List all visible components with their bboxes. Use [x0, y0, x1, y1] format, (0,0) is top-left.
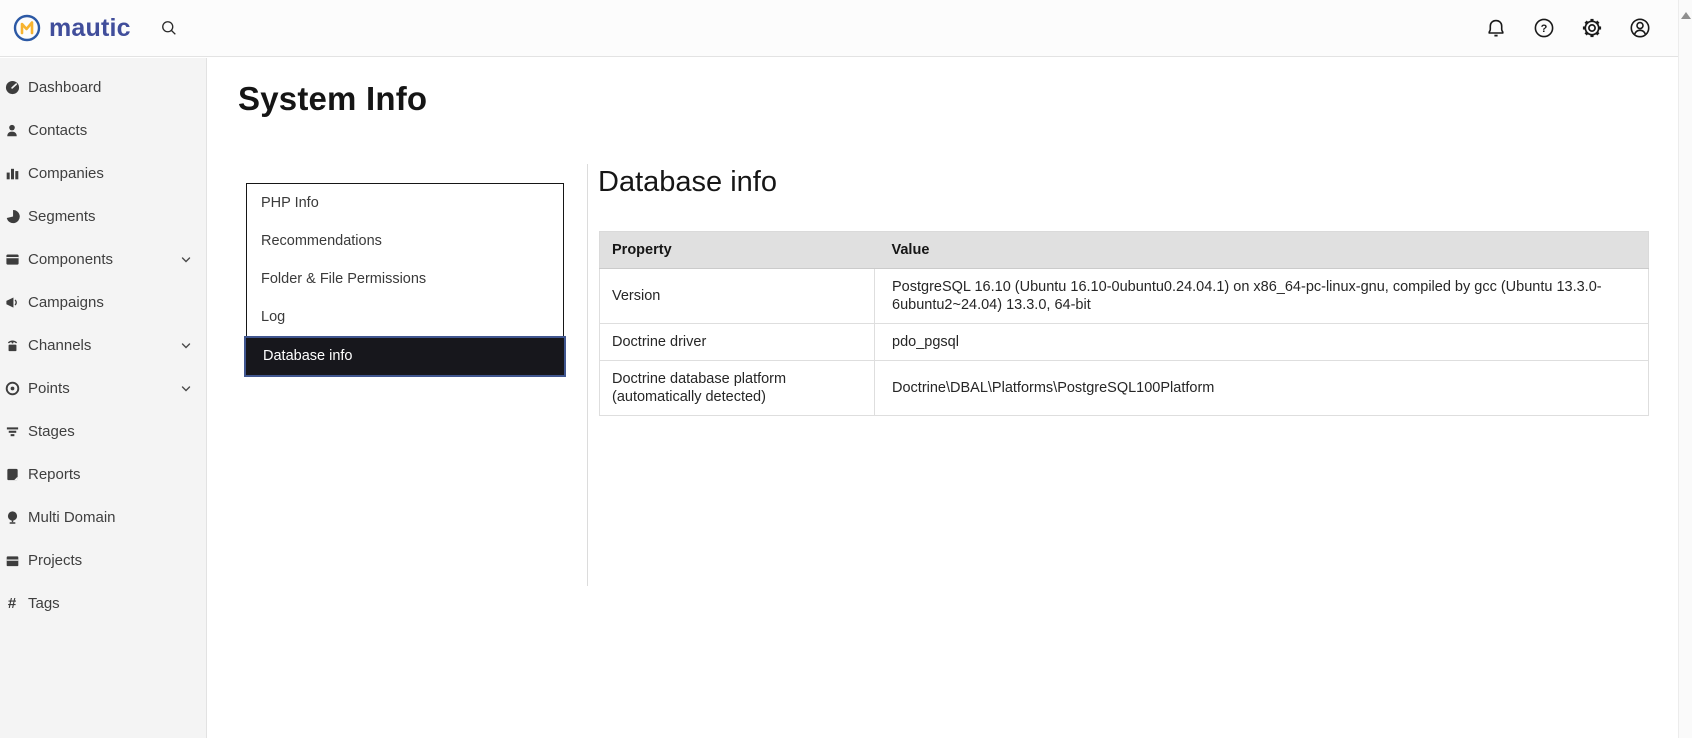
- sidebar-item-label: Stages: [28, 423, 75, 440]
- sidebar-item-label: Points: [28, 380, 70, 397]
- value-cell: Doctrine\DBAL\Platforms\PostgreSQL100Pla…: [874, 360, 1649, 416]
- tab-recommendations[interactable]: Recommendations: [247, 222, 563, 260]
- property-cell: Version: [599, 268, 875, 324]
- sidebar-item-campaigns[interactable]: Campaigns: [0, 281, 206, 324]
- chevron-down-icon: [180, 254, 192, 266]
- user-account-icon: [1628, 16, 1652, 40]
- segments-pie-icon: [4, 209, 20, 224]
- chevron-down-icon: [180, 383, 192, 395]
- points-target-icon: [4, 381, 20, 396]
- stages-funnel-icon: [4, 424, 20, 439]
- sidebar-item-channels[interactable]: Channels: [0, 324, 206, 367]
- multi-domain-globe-icon: [4, 510, 20, 525]
- table-row-version: Version PostgreSQL 16.10 (Ubuntu 16.10-0…: [599, 268, 1649, 324]
- table-header-row: Property Value: [599, 231, 1649, 269]
- tab-folder-file-permissions[interactable]: Folder & File Permissions: [247, 260, 563, 298]
- sidebar-item-reports[interactable]: Reports: [0, 453, 206, 496]
- value-cell: pdo_pgsql: [874, 323, 1649, 361]
- main-content: System Info PHP Info Recommendations Fol…: [208, 58, 1678, 738]
- projects-box-icon: [4, 553, 20, 568]
- value-cell: PostgreSQL 16.10 (Ubuntu 16.10-0ubuntu0.…: [874, 268, 1649, 324]
- channels-broadcast-icon: [4, 338, 20, 353]
- sidebar: Dashboard Contacts Companies Segments Co…: [0, 58, 207, 738]
- components-box-icon: [4, 252, 20, 267]
- table-row-doctrine-driver: Doctrine driver pdo_pgsql: [599, 323, 1649, 361]
- tab-content-divider: [587, 164, 588, 586]
- companies-bars-icon: [4, 166, 20, 181]
- system-info-tabs: PHP Info Recommendations Folder & File P…: [244, 183, 566, 377]
- help-icon: ?: [1532, 16, 1556, 40]
- svg-text:?: ?: [1541, 23, 1548, 35]
- reports-document-icon: [4, 467, 20, 482]
- settings-button[interactable]: [1578, 14, 1606, 42]
- sidebar-item-label: Contacts: [28, 122, 88, 139]
- settings-gear-icon: [1580, 16, 1604, 40]
- sidebar-item-label: Components: [28, 251, 114, 268]
- contacts-person-icon: [4, 123, 20, 138]
- column-header-property: Property: [599, 231, 875, 269]
- table-row-doctrine-platform: Doctrine database platform (automaticall…: [599, 360, 1649, 416]
- database-info-table: Property Value Version PostgreSQL 16.10 …: [599, 231, 1649, 416]
- sidebar-item-label: Reports: [28, 466, 81, 483]
- campaigns-megaphone-icon: [4, 295, 20, 310]
- sidebar-item-tags[interactable]: # Tags: [0, 582, 206, 625]
- chevron-down-icon: [180, 340, 192, 352]
- sidebar-item-label: Campaigns: [28, 294, 104, 311]
- tab-log[interactable]: Log: [247, 298, 563, 336]
- sidebar-item-label: Tags: [28, 595, 60, 612]
- page-title: System Info: [238, 80, 428, 117]
- brand-wordmark: mautic: [49, 13, 131, 42]
- help-button[interactable]: ?: [1530, 14, 1558, 42]
- dashboard-gauge-icon: [4, 80, 20, 95]
- scroll-up-arrow[interactable]: [1681, 12, 1691, 19]
- tags-hash-icon: #: [7, 595, 17, 612]
- sidebar-item-contacts[interactable]: Contacts: [0, 109, 206, 152]
- global-search-button[interactable]: [155, 14, 183, 42]
- tab-php-info[interactable]: PHP Info: [247, 184, 563, 222]
- panel-heading: Database info: [598, 166, 777, 198]
- sidebar-item-companies[interactable]: Companies: [0, 152, 206, 195]
- account-button[interactable]: [1626, 14, 1654, 42]
- sidebar-item-points[interactable]: Points: [0, 367, 206, 410]
- mautic-logo[interactable]: mautic: [0, 14, 131, 43]
- sidebar-item-components[interactable]: Components: [0, 238, 206, 281]
- vertical-scrollbar[interactable]: [1678, 0, 1692, 738]
- tab-database-info[interactable]: Database info: [244, 336, 566, 377]
- topbar-actions: ?: [1482, 14, 1678, 42]
- sidebar-item-label: Segments: [28, 208, 96, 225]
- sidebar-item-dashboard[interactable]: Dashboard: [0, 66, 206, 109]
- search-icon: [159, 18, 179, 38]
- sidebar-item-label: Projects: [28, 552, 83, 569]
- mautic-logo-icon: [13, 14, 41, 42]
- notifications-bell-icon: [1484, 16, 1508, 40]
- property-cell: Doctrine driver: [599, 323, 875, 361]
- sidebar-item-label: Channels: [28, 337, 92, 354]
- topbar: mautic ?: [0, 0, 1678, 57]
- notifications-button[interactable]: [1482, 14, 1510, 42]
- column-header-value: Value: [874, 231, 1649, 269]
- sidebar-item-label: Dashboard: [28, 79, 102, 96]
- sidebar-item-label: Companies: [28, 165, 104, 182]
- property-cell: Doctrine database platform (automaticall…: [599, 360, 875, 416]
- sidebar-item-projects[interactable]: Projects: [0, 539, 206, 582]
- sidebar-item-segments[interactable]: Segments: [0, 195, 206, 238]
- sidebar-item-stages[interactable]: Stages: [0, 410, 206, 453]
- sidebar-item-multi-domain[interactable]: Multi Domain: [0, 496, 206, 539]
- sidebar-item-label: Multi Domain: [28, 509, 116, 526]
